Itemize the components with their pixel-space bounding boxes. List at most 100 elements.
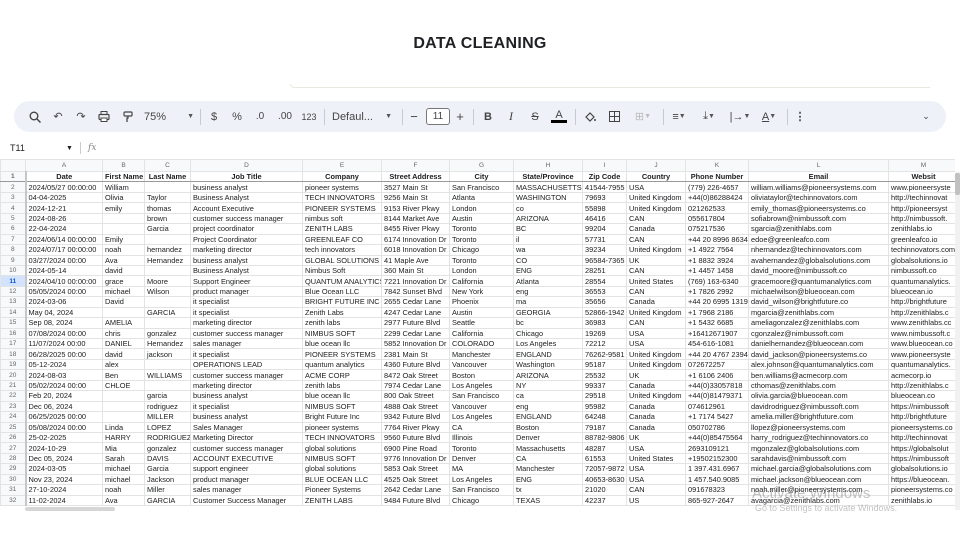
cell[interactable]: 9776 Innovation Dr [381,452,450,465]
cell[interactable]: 40653-8630 [582,473,627,486]
row-header[interactable]: 19 [0,358,27,371]
column-title[interactable]: Phone Number [685,170,749,183]
cell[interactable]: http://nimbussoft. [888,212,955,225]
column-header-g[interactable]: G [449,159,514,172]
cell[interactable]: Zenith Labs [302,306,382,319]
percent-button[interactable]: % [227,101,247,132]
cell[interactable]: Ava [102,494,145,507]
cell[interactable]: Nimbus Soft [302,264,382,277]
cell[interactable]: gonzalez [144,442,191,454]
cell[interactable]: 7221 Innovation Dr [381,275,450,287]
cell[interactable]: LOPEZ [144,421,191,433]
cell[interactable]: amelia.miller@brightfuture.com [748,411,889,423]
cell[interactable]: Hernandez [144,337,191,350]
cell[interactable]: 3527 Main St [381,181,450,193]
cell[interactable]: 2024/05/27 00:00:00 [25,181,103,193]
cell[interactable]: Canada [626,400,686,413]
cell[interactable]: 35656 [582,296,627,308]
cell[interactable]: davidrodriguez@nimbussoft.com [748,400,889,413]
cell[interactable]: +1 4922 7564 [685,244,749,256]
cell[interactable]: Austin [449,212,514,225]
cell[interactable]: 41 Maple Ave [381,254,450,266]
collapse-toolbar-icon[interactable]: ⌄ [918,101,934,132]
cell[interactable]: AMELIA [102,317,145,329]
cell[interactable]: tx [513,484,583,496]
cell[interactable]: MILLER [144,411,191,423]
cell[interactable]: San Francisco [449,390,514,402]
cell[interactable]: customer success manager [190,327,303,340]
cell[interactable]: United Kingdom [626,191,686,204]
cell[interactable]: 55898 [582,202,627,214]
cell[interactable]: Manchester [513,463,583,475]
cell[interactable]: 72212 [582,337,627,350]
cell[interactable]: 6174 Innovation Dr [381,233,450,246]
column-title[interactable]: Company [302,170,382,183]
italic-button[interactable]: I [501,101,521,132]
cell[interactable]: blue ocean llc [302,390,382,402]
cell[interactable]: www.pioneersyste [888,181,955,193]
cell[interactable]: gonzalez [144,327,191,340]
cell[interactable]: Los Angeles [449,411,514,423]
cell[interactable]: 95187 [582,358,627,371]
cell[interactable]: www.zenithlabs.cc [888,317,955,329]
cell[interactable]: San Francisco [449,181,514,193]
cell[interactable]: it specialist [190,296,303,308]
cell[interactable]: customer success manager [190,212,303,225]
cell[interactable]: https://nimbussoft [888,452,955,465]
cell[interactable]: zenith labs [302,379,382,392]
cell[interactable]: GEORGIA [513,306,583,319]
row-header[interactable]: 2 [0,181,27,193]
cell[interactable]: bc [513,317,583,329]
cell[interactable]: Toronto [449,254,514,266]
cell[interactable]: sofiabrown@nimbussoft.com [748,212,889,225]
cell[interactable]: harry_rodriguez@techinnovators.co [748,431,889,444]
cell[interactable]: WILLIAMS [144,369,191,381]
column-title[interactable]: City [449,170,514,183]
cell[interactable]: product manager [190,473,303,486]
cell[interactable]: eng [513,285,583,298]
row-header[interactable]: 11 [0,275,27,287]
cell[interactable]: 7974 Cedar Lane [381,379,450,392]
cell[interactable]: Moore [144,275,191,287]
cell[interactable]: mgarcia@zenithlabs.com [748,306,889,319]
row-header[interactable]: 12 [0,285,27,298]
cell[interactable]: customer success manager [190,442,303,454]
cell[interactable]: ARIZONA [513,212,583,225]
text-wrap-icon[interactable]: |→ ▼ [726,101,754,132]
cell[interactable]: 2024/07/17 00:00:00 [25,244,103,256]
cell[interactable]: Marketing Director [190,431,303,444]
cell[interactable]: +1 7174 5427 [685,411,749,423]
cell[interactable]: gracemoore@quantumanalytics.com [748,275,889,287]
cell[interactable]: edoe@greenleafco.com [748,233,889,246]
cell[interactable]: Toronto [449,233,514,246]
cell[interactable]: 2024-08-03 [25,369,103,381]
row-header[interactable]: 5 [0,212,27,225]
cell[interactable]: 4525 Oak Street [381,473,450,486]
cell[interactable]: BRIGHT FUTURE INC [302,296,382,308]
cell[interactable]: 25-02-2025 [25,431,103,444]
cell[interactable]: http://brightfuture [888,411,955,423]
cell[interactable]: David [102,296,145,308]
cell[interactable]: http://techinnovat [888,431,955,444]
cell[interactable]: New York [449,285,514,298]
cell[interactable]: CHLOE [102,379,145,392]
column-header-l[interactable]: L [748,159,889,172]
cell[interactable]: 48287 [582,442,627,454]
cell[interactable]: ZENITH LABS [302,494,382,507]
cell[interactable]: blueocean.io [888,285,955,298]
cell[interactable]: Jackson [144,473,191,486]
cell[interactable]: 091678323 [685,484,749,496]
column-title[interactable]: State/Province [513,170,583,183]
cell[interactable]: sales manager [190,484,303,496]
cell[interactable]: https://globalsolut [888,442,955,454]
cell[interactable]: ben.williams@acmecorp.com [748,369,889,381]
cell[interactable]: NY [513,379,583,392]
cell[interactable]: 800 Oak Street [381,390,450,402]
row-header[interactable]: 32 [0,494,27,507]
row-header[interactable]: 13 [0,296,27,308]
row-header[interactable]: 16 [0,327,27,340]
cell[interactable]: London [449,264,514,277]
cell[interactable]: Toronto [449,223,514,235]
cell[interactable]: May 04, 2024 [25,306,103,319]
cell[interactable]: US [626,494,686,507]
